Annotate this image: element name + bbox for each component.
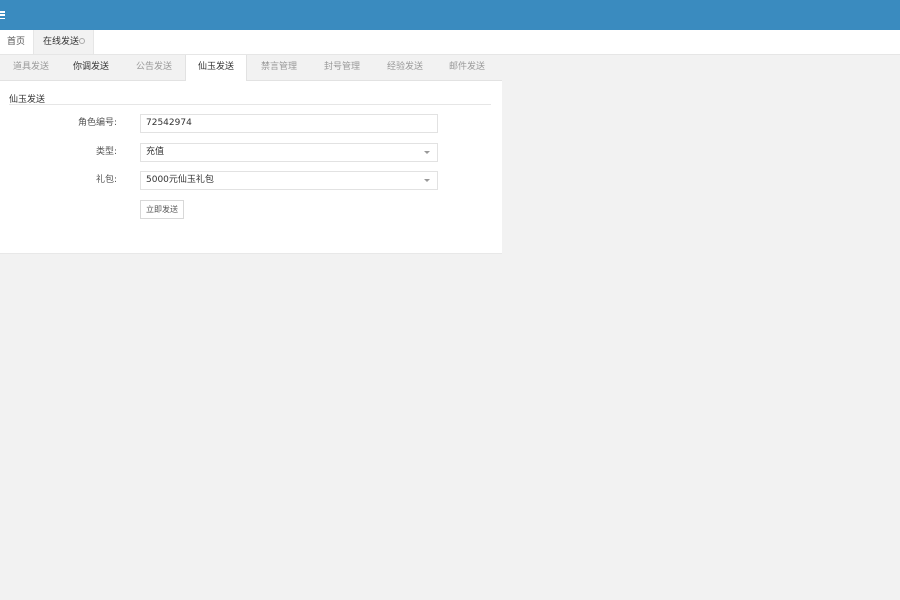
- type-select[interactable]: 充值: [140, 143, 438, 162]
- subtab-item-send[interactable]: 道具发送: [0, 55, 62, 80]
- page-tab-bar: 首页 在线发送: [0, 30, 900, 55]
- role-id-input[interactable]: 72542974: [140, 114, 438, 133]
- package-select[interactable]: 5000元仙玉礼包: [140, 171, 438, 190]
- role-id-value: 72542974: [146, 118, 192, 128]
- form-panel: 仙玉发送 角色编号: 72542974 类型: 充值 礼包: 5000元仙玉礼包…: [0, 81, 502, 254]
- role-id-label: 角色编号:: [77, 118, 117, 128]
- package-label: 礼包:: [95, 175, 117, 185]
- subtab-xianyu-send[interactable]: 仙玉发送: [185, 55, 247, 81]
- subtab-ban-manage[interactable]: 封号管理: [311, 55, 373, 80]
- subtab-nitiao-send[interactable]: 你调发送: [60, 55, 122, 80]
- chevron-down-icon: [424, 151, 430, 154]
- close-icon[interactable]: [79, 38, 85, 44]
- send-now-button[interactable]: 立即发送: [140, 200, 184, 219]
- top-bar: [0, 0, 900, 30]
- type-value: 充值: [146, 147, 165, 157]
- type-label: 类型:: [95, 147, 117, 157]
- section-divider: [9, 104, 491, 105]
- subtab-mail-send[interactable]: 邮件发送: [436, 55, 498, 80]
- tab-online-send[interactable]: 在线发送: [33, 30, 94, 54]
- tab-online-send-label: 在线发送: [43, 37, 80, 47]
- chevron-down-icon: [424, 179, 430, 182]
- tab-home[interactable]: 首页: [7, 30, 25, 54]
- sub-tab-bar: 道具发送 你调发送 公告发送 仙玉发送 禁言管理 封号管理 经验发送 邮件发送: [0, 55, 502, 81]
- subtab-mute-manage[interactable]: 禁言管理: [248, 55, 310, 80]
- subtab-exp-send[interactable]: 经验发送: [374, 55, 436, 80]
- package-value: 5000元仙玉礼包: [146, 175, 214, 185]
- subtab-announcement-send[interactable]: 公告发送: [123, 55, 185, 80]
- menu-icon[interactable]: [0, 11, 5, 19]
